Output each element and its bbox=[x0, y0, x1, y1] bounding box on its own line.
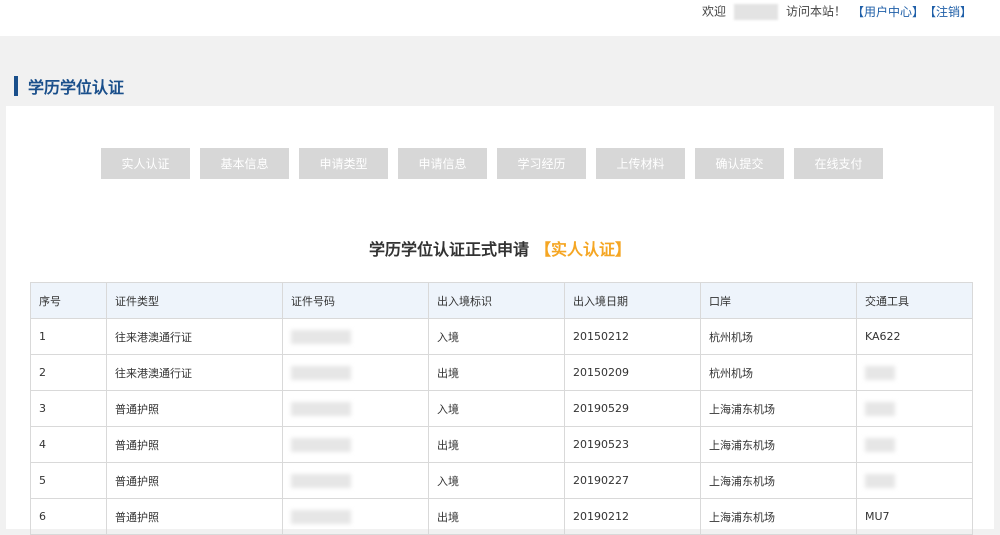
step-upload-materials[interactable]: 上传材料 bbox=[596, 148, 685, 179]
cell-no: 3 bbox=[30, 390, 107, 427]
step-study-history[interactable]: 学习经历 bbox=[497, 148, 586, 179]
cell-doc-number bbox=[282, 390, 429, 427]
step-application-type[interactable]: 申请类型 bbox=[299, 148, 388, 179]
cell-direction: 入境 bbox=[428, 318, 565, 355]
cell-doc-type: 普通护照 bbox=[106, 462, 283, 499]
section-accent-bar bbox=[14, 76, 18, 96]
cell-date: 20150212 bbox=[564, 318, 701, 355]
header-date: 出入境日期 bbox=[564, 282, 701, 319]
masked-doc-number bbox=[291, 473, 351, 488]
welcome-area: 欢迎 访问本站！ 【用户中心】 【注销】 bbox=[701, 3, 972, 20]
cell-direction: 入境 bbox=[428, 390, 565, 427]
cell-doc-type: 往来港澳通行证 bbox=[106, 318, 283, 355]
table-row: 4 普通护照 出境 20190523 上海浦东机场 bbox=[30, 426, 973, 463]
masked-doc-number bbox=[291, 365, 351, 380]
form-title-text: 学历学位认证正式申请 bbox=[368, 240, 529, 259]
table-row: 1 往来港澳通行证 入境 20150212 杭州机场 KA622 bbox=[30, 318, 973, 355]
masked-doc-number bbox=[291, 401, 351, 416]
cell-port: 上海浦东机场 bbox=[700, 426, 857, 463]
header-port: 口岸 bbox=[700, 282, 857, 319]
entry-exit-table: 序号 证件类型 证件号码 出入境标识 出入境日期 口岸 交通工具 1 往来港澳通… bbox=[30, 282, 973, 535]
cell-no: 2 bbox=[30, 354, 107, 391]
logout-link[interactable]: 【注销】 bbox=[930, 5, 972, 19]
cell-doc-number bbox=[282, 498, 429, 535]
cell-direction: 出境 bbox=[428, 498, 565, 535]
table-row: 6 普通护照 出境 20190212 上海浦东机场 MU7 bbox=[30, 498, 973, 535]
visit-text: 访问本站！ bbox=[785, 4, 846, 19]
table-row: 3 普通护照 入境 20190529 上海浦东机场 bbox=[30, 390, 973, 427]
cell-port: 杭州机场 bbox=[700, 318, 857, 355]
cell-date: 20190212 bbox=[564, 498, 701, 535]
cell-no: 6 bbox=[30, 498, 107, 535]
main-panel: 实人认证 基本信息 申请类型 申请信息 学习经历 上传材料 确认提交 在线支付 … bbox=[6, 106, 994, 535]
header-doc-number: 证件号码 bbox=[282, 282, 429, 319]
form-title: 学历学位认证正式申请 【实人认证】 bbox=[6, 236, 994, 260]
masked-transport bbox=[865, 473, 895, 488]
step-online-payment[interactable]: 在线支付 bbox=[794, 148, 883, 179]
cell-direction: 入境 bbox=[428, 462, 565, 499]
cell-transport bbox=[856, 354, 973, 391]
cell-doc-type: 往来港澳通行证 bbox=[106, 354, 283, 391]
cell-port: 上海浦东机场 bbox=[700, 498, 857, 535]
cell-transport bbox=[856, 390, 973, 427]
cell-doc-number bbox=[282, 318, 429, 355]
table-header-row: 序号 证件类型 证件号码 出入境标识 出入境日期 口岸 交通工具 bbox=[30, 282, 973, 319]
cell-date: 20190529 bbox=[564, 390, 701, 427]
table-row: 2 往来港澳通行证 出境 20150209 杭州机场 bbox=[30, 354, 973, 391]
section-title: 学历学位认证 bbox=[28, 78, 125, 97]
step-confirm-submit[interactable]: 确认提交 bbox=[695, 148, 784, 179]
cell-direction: 出境 bbox=[428, 354, 565, 391]
cell-transport: KA622 bbox=[856, 318, 973, 355]
cell-direction: 出境 bbox=[428, 426, 565, 463]
cell-port: 上海浦东机场 bbox=[700, 462, 857, 499]
cell-transport bbox=[856, 426, 973, 463]
cell-doc-type: 普通护照 bbox=[106, 498, 283, 535]
cell-transport bbox=[856, 462, 973, 499]
cell-port: 杭州机场 bbox=[700, 354, 857, 391]
masked-doc-number bbox=[291, 509, 351, 524]
welcome-text: 欢迎 bbox=[701, 4, 726, 19]
cell-port: 上海浦东机场 bbox=[700, 390, 857, 427]
cell-date: 20150209 bbox=[564, 354, 701, 391]
table-row: 5 普通护照 入境 20190227 上海浦东机场 bbox=[30, 462, 973, 499]
header-no: 序号 bbox=[30, 282, 107, 319]
cell-doc-number bbox=[282, 354, 429, 391]
masked-transport bbox=[865, 401, 895, 416]
header-doc-type: 证件类型 bbox=[106, 282, 283, 319]
header-direction: 出入境标识 bbox=[428, 282, 565, 319]
form-status: 【实人认证】 bbox=[535, 240, 632, 259]
cell-transport: MU7 bbox=[856, 498, 973, 535]
cell-doc-type: 普通护照 bbox=[106, 426, 283, 463]
masked-transport bbox=[865, 365, 895, 380]
cell-doc-type: 普通护照 bbox=[106, 390, 283, 427]
step-identity-verification[interactable]: 实人认证 bbox=[101, 148, 190, 179]
step-application-info[interactable]: 申请信息 bbox=[398, 148, 487, 179]
step-nav: 实人认证 基本信息 申请类型 申请信息 学习经历 上传材料 确认提交 在线支付 bbox=[101, 148, 883, 179]
cell-date: 20190523 bbox=[564, 426, 701, 463]
masked-username bbox=[733, 3, 778, 20]
cell-doc-number bbox=[282, 462, 429, 499]
masked-transport bbox=[865, 437, 895, 452]
cell-date: 20190227 bbox=[564, 462, 701, 499]
cell-doc-number bbox=[282, 426, 429, 463]
masked-doc-number bbox=[291, 437, 351, 452]
cell-no: 1 bbox=[30, 318, 107, 355]
user-center-link[interactable]: 【用户中心】 bbox=[852, 5, 924, 19]
top-bar: 欢迎 访问本站！ 【用户中心】 【注销】 bbox=[0, 0, 1000, 36]
cell-no: 4 bbox=[30, 426, 107, 463]
header-transport: 交通工具 bbox=[856, 282, 973, 319]
masked-doc-number bbox=[291, 329, 351, 344]
cell-no: 5 bbox=[30, 462, 107, 499]
step-basic-info[interactable]: 基本信息 bbox=[200, 148, 289, 179]
section-header: 学历学位认证 bbox=[14, 72, 124, 100]
